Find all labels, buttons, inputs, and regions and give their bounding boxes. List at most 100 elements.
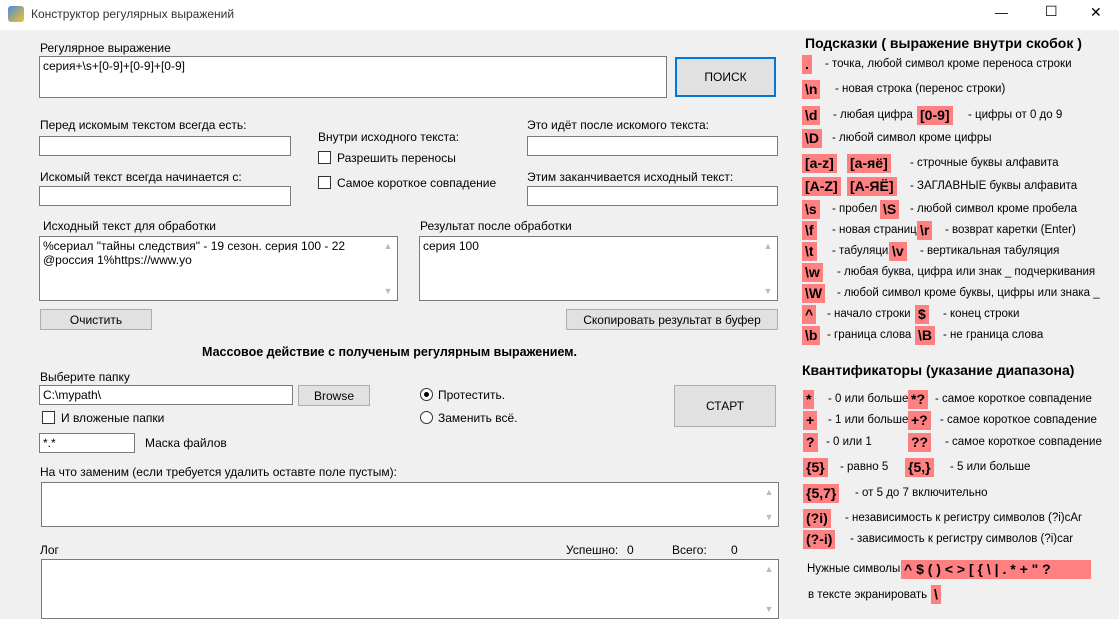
starts-label: Искомый текст всегда начинается с: (40, 170, 242, 184)
hint-token: [А-ЯЁ] (847, 177, 897, 196)
quant-token: +? (908, 411, 931, 430)
quant-token: ? (803, 433, 818, 452)
browse-button[interactable]: Browse (298, 385, 370, 406)
quant-token: ?? (908, 433, 932, 452)
source-text: %сериал "тайны следствия" - 19 сезон. се… (43, 239, 349, 267)
replace-textarea[interactable]: ▲ ▼ (41, 482, 779, 527)
needed-label: Нужные символы (807, 563, 901, 575)
close-button[interactable]: ✕ (1090, 4, 1102, 21)
regex-label: Регулярное выражение (40, 41, 171, 55)
hint-token: [0-9] (917, 106, 953, 125)
hint-token: [а-яё] (847, 154, 891, 173)
hint-description: - граница слова (827, 329, 912, 341)
inside-label: Внутри исходного текста: (318, 130, 460, 144)
quant-description: - самое короткое совпадение (935, 393, 1092, 405)
hint-description: - любой символ кроме пробела (910, 203, 1077, 215)
folder-label: Выберите папку (40, 370, 130, 384)
quant-token: {5,7} (803, 484, 840, 503)
hint-token: \t (802, 242, 817, 261)
quant-description: - самое короткое совпадение (945, 436, 1102, 448)
quant-token: + (803, 411, 818, 430)
result-textarea[interactable]: серия 100 ▲ ▼ (419, 236, 778, 301)
subfolders-checkbox[interactable] (42, 411, 55, 424)
title-bar: Конструктор регулярных выражений — ☐ ✕ (0, 0, 1119, 30)
success-value: 0 (627, 543, 634, 557)
log-label: Лог (40, 543, 59, 557)
escape-label: в тексте экранировать (808, 589, 928, 601)
before-input[interactable] (39, 136, 291, 156)
success-label: Успешно: (566, 543, 619, 557)
ends-label: Этим заканчивается исходный текст: (527, 170, 734, 184)
mask-input[interactable]: *.* (39, 433, 135, 453)
after-label: Это идёт после искомого текста: (527, 118, 709, 132)
hint-token: \b (802, 326, 821, 345)
hint-token: \d (802, 106, 821, 125)
hint-description: - новая строка (перенос строки) (835, 83, 1006, 95)
scrollbar[interactable]: ▲ ▼ (760, 238, 776, 299)
scrollbar[interactable]: ▲ ▼ (380, 238, 396, 299)
hint-description: - строчные буквы алфавита (910, 157, 1059, 169)
quant-description: - от 5 до 7 включительно (855, 487, 988, 499)
hint-token: . (802, 55, 812, 74)
quant-description: - самое короткое совпадение (940, 414, 1097, 426)
regex-input[interactable]: серия+\s+[0-9]+[0-9]+[0-9] (39, 56, 667, 98)
total-value: 0 (731, 543, 738, 557)
window-title: Конструктор регулярных выражений (31, 7, 235, 21)
hint-description: - цифры от 0 до 9 (968, 109, 1063, 121)
hint-token: \w (802, 263, 823, 282)
scrollbar[interactable]: ▲ ▼ (761, 484, 777, 525)
quant-description: - равно 5 (840, 461, 889, 473)
hint-token: [a-z] (802, 154, 837, 173)
ends-input[interactable] (527, 186, 778, 206)
hint-description: - любая цифра (833, 109, 913, 121)
hint-token: ^ (802, 305, 817, 324)
starts-input[interactable] (39, 186, 291, 206)
quant-token: *? (908, 390, 928, 409)
hint-description: - вертикальная табуляция (920, 245, 1060, 257)
allow-wrap-checkbox[interactable] (318, 151, 331, 164)
allow-wrap-label: Разрешить переносы (337, 151, 456, 165)
hint-description: - любая буква, цифра или знак _ подчерки… (837, 266, 1096, 278)
hint-description: - конец строки (943, 308, 1020, 320)
hint-token: \D (802, 129, 822, 148)
source-textarea[interactable]: %сериал "тайны следствия" - 19 сезон. се… (39, 236, 398, 301)
hint-description: - точка, любой символ кроме переноса стр… (825, 58, 1072, 70)
start-button[interactable]: СТАРТ (674, 385, 776, 427)
hint-token: \n (802, 80, 821, 99)
source-label: Исходный текст для обработки (43, 219, 216, 233)
before-label: Перед искомым текстом всегда есть: (40, 118, 247, 132)
shortest-label: Самое короткое совпадение (337, 176, 497, 190)
hint-description: - пробел (832, 203, 878, 215)
replace-all-radio[interactable] (420, 411, 433, 424)
clear-button[interactable]: Очистить (40, 309, 152, 330)
hint-token: \W (802, 284, 826, 303)
quant-description: - 0 или 1 (826, 436, 872, 448)
quant-description: - независимость к регистру символов (?i)… (845, 512, 1082, 524)
hints-title: Подсказки ( выражение внутри скобок ) (805, 35, 1082, 51)
test-radio[interactable] (420, 388, 433, 401)
minimize-button[interactable]: — (995, 5, 1008, 20)
quant-description: - зависимость к регистру символов (?i)ca… (850, 533, 1074, 545)
hint-description: - ЗАГЛАВНЫЕ буквы алфавита (910, 180, 1078, 192)
quant-description: - 0 или больше (828, 393, 909, 405)
hint-token: \f (802, 221, 817, 240)
mask-label: Маска файлов (145, 436, 227, 450)
hint-description: - новая страница (832, 224, 924, 236)
search-button[interactable]: ПОИСК (675, 57, 776, 97)
folder-input[interactable]: C:\mypath\ (39, 385, 293, 405)
maximize-button[interactable]: ☐ (1045, 3, 1058, 20)
quantifiers-title: Квантификаторы (указание диапазона) (802, 362, 1075, 378)
hint-token: $ (915, 305, 929, 324)
log-textarea[interactable]: ▲ ▼ (41, 559, 779, 619)
hint-description: - начало строки (827, 308, 911, 320)
shortest-checkbox[interactable] (318, 176, 331, 189)
quant-token: (?-i) (803, 530, 836, 549)
quant-description: - 1 или больше (828, 414, 909, 426)
after-input[interactable] (527, 136, 778, 156)
hint-token: [A-Z] (802, 177, 841, 196)
hint-description: - не граница слова (943, 329, 1044, 341)
subfolders-label: И вложеные папки (61, 411, 165, 425)
quant-description: - 5 или больше (950, 461, 1031, 473)
hint-description: - любой символ кроме цифры (832, 132, 992, 144)
copy-result-button[interactable]: Скопировать результат в буфер (566, 309, 778, 330)
